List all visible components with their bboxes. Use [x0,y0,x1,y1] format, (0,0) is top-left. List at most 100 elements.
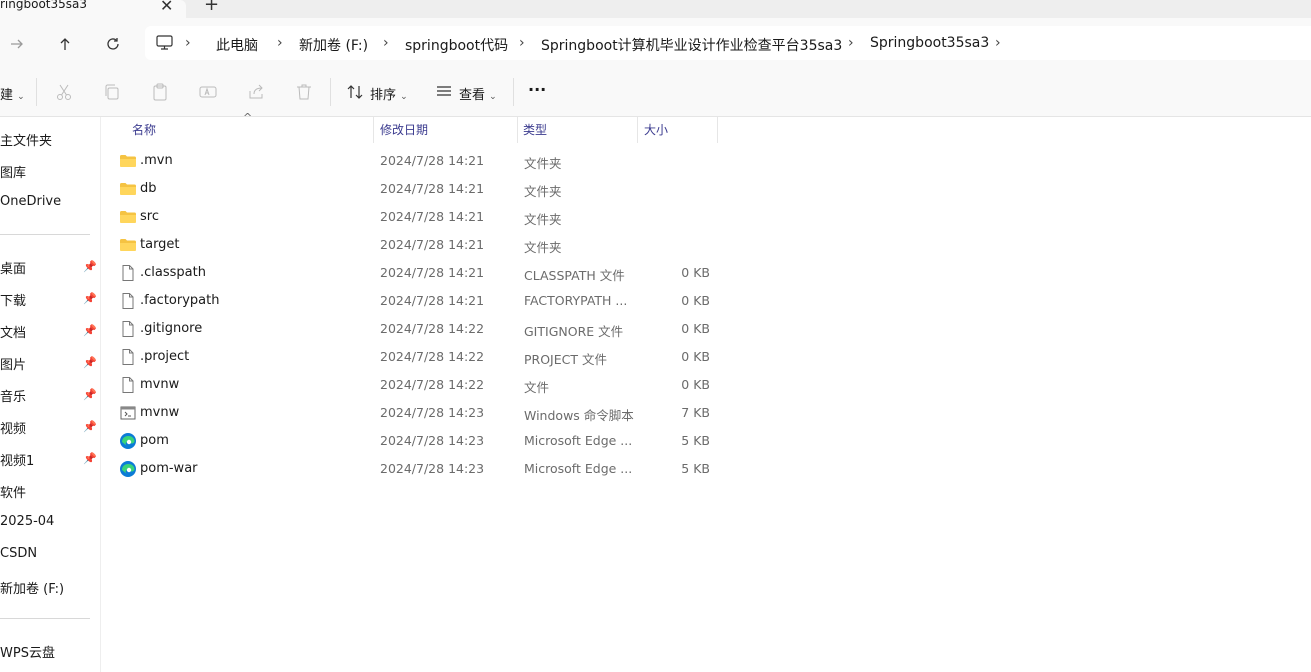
new-tab-icon[interactable]: + [204,0,219,15]
breadcrumb-separator[interactable]: › [277,35,283,51]
sidebar-item-home[interactable]: 主文件夹 [0,130,52,149]
sort-button[interactable]: 排序 ⌄ [370,84,408,103]
computer-icon [156,35,173,54]
pin-icon[interactable]: 📌 [83,420,97,433]
table-row[interactable]: target 2024/7/28 14:21 文件夹 [113,231,718,259]
breadcrumb-separator[interactable]: › [995,35,1001,51]
sidebar-item-pictures[interactable]: 图片 [0,354,26,373]
sidebar-item-software[interactable]: 软件 [0,482,26,501]
delete-icon[interactable] [294,82,314,102]
file-name[interactable]: .classpath [140,265,206,280]
table-row[interactable]: db 2024/7/28 14:21 文件夹 [113,175,718,203]
rename-icon[interactable] [198,82,218,102]
more-options-button[interactable]: ··· [528,80,546,99]
file-type: 文件夹 [524,156,562,171]
file-type: FACTORYPATH ... [524,293,628,308]
sidebar-item-csdn[interactable]: CSDN [0,546,37,561]
forward-icon[interactable] [6,33,28,55]
file-icon [119,320,137,338]
sidebar-item-drive-f[interactable]: 新加卷 (F:) [0,578,64,597]
table-row[interactable]: .project 2024/7/28 14:22 PROJECT 文件 0 KB [113,343,718,371]
file-type: CLASSPATH 文件 [524,268,625,283]
file-type: 文件夹 [524,212,562,227]
cut-icon[interactable] [54,82,74,102]
file-date: 2024/7/28 14:23 [380,461,485,476]
file-type: PROJECT 文件 [524,352,607,367]
sidebar-item-gallery[interactable]: 图库 [0,162,26,181]
table-row[interactable]: .mvn 2024/7/28 14:21 文件夹 [113,147,718,175]
sidebar-item-wps-cloud[interactable]: WPS云盘 [0,642,55,661]
table-row[interactable]: .gitignore 2024/7/28 14:22 GITIGNORE 文件 0 K… [113,315,718,343]
sidebar-item-videos1[interactable]: 视频1 [0,450,34,469]
column-header-name[interactable]: 名称 [132,121,156,138]
file-name[interactable]: .mvn [140,153,173,168]
breadcrumb-separator[interactable]: › [383,35,389,51]
sort-icon [346,83,366,103]
pin-icon[interactable]: 📌 [83,356,97,369]
breadcrumb-separator[interactable]: › [848,35,854,51]
file-name[interactable]: .project [140,349,189,364]
pin-icon[interactable]: 📌 [83,324,97,337]
file-date: 2024/7/28 14:21 [380,293,485,308]
file-name[interactable]: pom [140,433,169,448]
file-date: 2024/7/28 14:21 [380,237,485,252]
file-type: GITIGNORE 文件 [524,324,624,339]
table-row[interactable]: pom-war 2024/7/28 14:23 Microsoft Edge ...… [113,455,718,483]
table-row[interactable]: mvnw 2024/7/28 14:23 Windows 命令脚本 7 KB [113,399,718,427]
sidebar-item-downloads[interactable]: 下载 [0,290,26,309]
breadcrumb-separator[interactable]: › [519,35,525,51]
table-row[interactable]: .classpath 2024/7/28 14:21 CLASSPATH 文件 0 K… [113,259,718,287]
file-name[interactable]: mvnw [140,405,179,420]
pin-icon[interactable]: 📌 [83,452,97,465]
breadcrumb-separator[interactable]: › [185,35,191,51]
breadcrumb-this-pc[interactable]: 此电脑 [216,35,258,55]
file-name[interactable]: pom-war [140,461,198,476]
file-date: 2024/7/28 14:22 [380,377,485,392]
up-icon[interactable] [54,33,76,55]
sidebar-item-2025-04[interactable]: 2025-04 [0,514,54,529]
column-header-type[interactable]: 类型 [523,121,547,138]
pin-icon[interactable]: 📌 [83,292,97,305]
file-name[interactable]: .factorypath [140,293,219,308]
breadcrumb-folder-project[interactable]: Springboot计算机毕业设计作业检查平台35sa3 [541,35,842,55]
table-row[interactable]: mvnw 2024/7/28 14:22 文件 0 KB [113,371,718,399]
copy-icon[interactable] [102,82,122,102]
view-icon [435,83,455,103]
close-tab-icon[interactable]: ✕ [160,0,173,15]
view-button[interactable]: 查看 ⌄ [459,84,497,103]
tab-active[interactable]: ringboot35sa3 ✕ [0,0,186,18]
new-button[interactable]: 建 ⌄ [0,84,25,103]
sidebar-item-music[interactable]: 音乐 [0,386,26,405]
pin-icon[interactable]: 📌 [83,260,97,273]
file-size: 0 KB [681,293,710,308]
breadcrumb-drive[interactable]: 新加卷 (F:) [299,35,368,55]
sidebar-item-documents[interactable]: 文档 [0,322,26,341]
pin-icon[interactable]: 📌 [83,388,97,401]
sidebar-item-videos[interactable]: 视频 [0,418,26,437]
sidebar-item-onedrive[interactable]: OneDrive [0,194,61,209]
edge-icon [119,460,137,478]
file-type: 文件 [524,380,550,395]
refresh-icon[interactable] [102,33,124,55]
breadcrumb-folder-current[interactable]: Springboot35sa3 [870,35,989,51]
file-name[interactable]: mvnw [140,377,179,392]
column-header-size[interactable]: 大小 [644,121,668,138]
file-size: 0 KB [681,349,710,364]
file-name[interactable]: target [140,237,180,252]
file-name[interactable]: .gitignore [140,321,202,336]
table-row[interactable]: pom 2024/7/28 14:23 Microsoft Edge ... 5 KB [113,427,718,455]
file-list: ^ 名称 修改日期 类型 大小 .mvn 2024/7/28 14:21 文件夹 db… [101,111,1311,672]
file-name[interactable]: db [140,181,157,196]
file-icon [119,348,137,366]
table-row[interactable]: .factorypath 2024/7/28 14:21 FACTORYPATH .… [113,287,718,315]
column-header-date[interactable]: 修改日期 [380,121,428,138]
table-row[interactable]: src 2024/7/28 14:21 文件夹 [113,203,718,231]
file-type: Windows 命令脚本 [524,408,634,423]
breadcrumb-folder-code[interactable]: springboot代码 [405,35,508,55]
paste-icon[interactable] [150,82,170,102]
address-bar[interactable]: › 此电脑 › 新加卷 (F:) › springboot代码 › Spring… [145,26,1311,60]
file-date: 2024/7/28 14:21 [380,209,485,224]
share-icon[interactable] [246,82,266,102]
sidebar-item-desktop[interactable]: 桌面 [0,258,26,277]
file-name[interactable]: src [140,209,159,224]
